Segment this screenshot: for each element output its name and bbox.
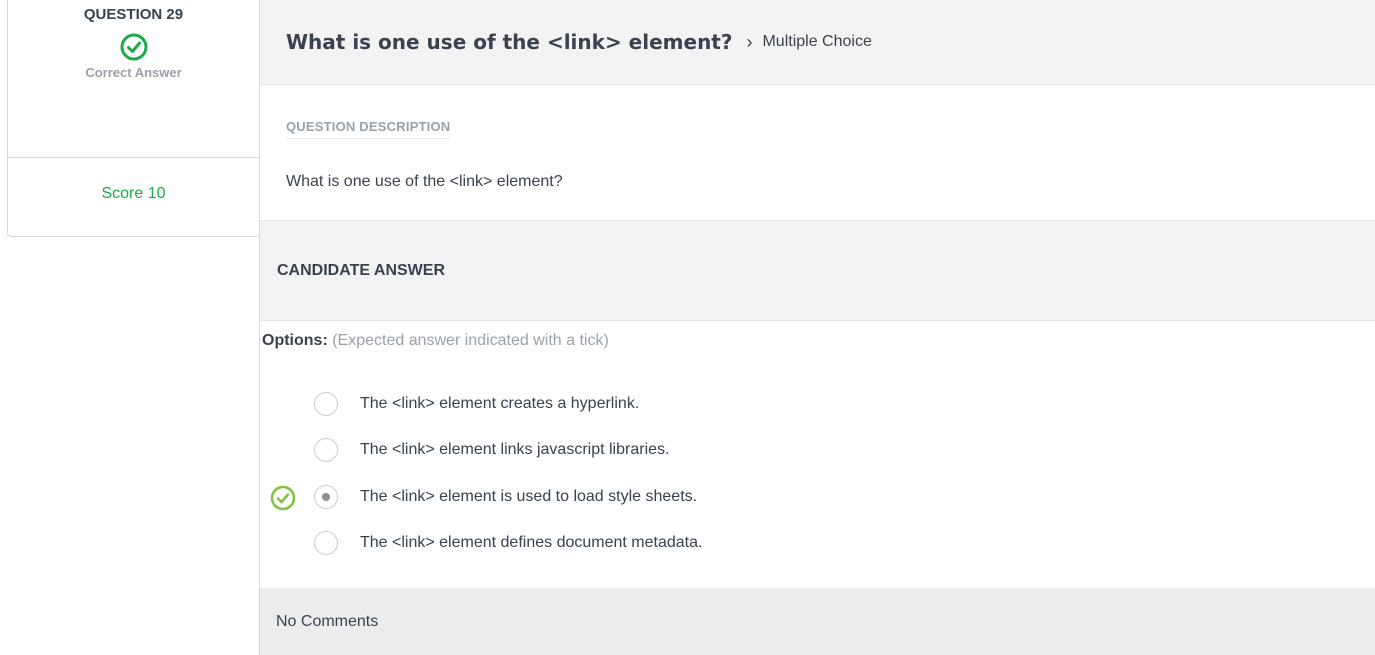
expected-answer-check-icon	[270, 485, 296, 511]
description-text: What is one use of the <link> element?	[286, 173, 563, 190]
candidate-answer-heading: CANDIDATE ANSWER	[277, 261, 445, 279]
option-radio-selected[interactable]	[314, 485, 338, 509]
option-text: The <link> element creates a hyperlink.	[360, 395, 640, 412]
option-radio[interactable]	[314, 438, 338, 462]
check-circle-icon	[120, 33, 147, 61]
status-label: Correct Answer	[85, 65, 182, 80]
option-radio[interactable]	[314, 392, 338, 416]
answer-option: The <link> element is used to load style…	[270, 479, 697, 515]
options-label: Options:	[262, 332, 328, 349]
question-description-section: QUESTION DESCRIPTION What is one use of …	[260, 85, 1375, 221]
option-text: The <link> element links javascript libr…	[360, 441, 670, 458]
comments-text: No Comments	[276, 612, 379, 630]
question-summary-card: QUESTION 29 Correct Answer Score 10	[7, 0, 260, 237]
answer-option: The <link> element links javascript libr…	[270, 432, 669, 468]
description-heading: QUESTION DESCRIPTION	[286, 119, 451, 139]
options-caption: Options: (Expected answer indicated with…	[262, 332, 609, 350]
candidate-answer-header: CANDIDATE ANSWER	[260, 221, 1375, 321]
options-hint: (Expected answer indicated with a tick)	[332, 332, 609, 349]
option-radio[interactable]	[314, 531, 338, 555]
answer-option: The <link> element defines document meta…	[270, 525, 702, 561]
breadcrumb-separator-icon: ›	[746, 31, 753, 52]
answer-option: The <link> element creates a hyperlink.	[270, 386, 639, 422]
question-header: What is one use of the <link> element? ›…	[260, 0, 1375, 85]
question-type: Multiple Choice	[762, 33, 872, 50]
question-number: QUESTION 29	[83, 6, 184, 23]
comments-section: No Comments	[260, 588, 1375, 655]
option-text: The <link> element is used to load style…	[360, 488, 698, 505]
summary-status-section: QUESTION 29 Correct Answer	[8, 0, 259, 158]
question-title: What is one use of the <link> element?	[286, 30, 733, 54]
option-text: The <link> element defines document meta…	[360, 534, 703, 551]
score-value: Score 10	[101, 185, 166, 202]
